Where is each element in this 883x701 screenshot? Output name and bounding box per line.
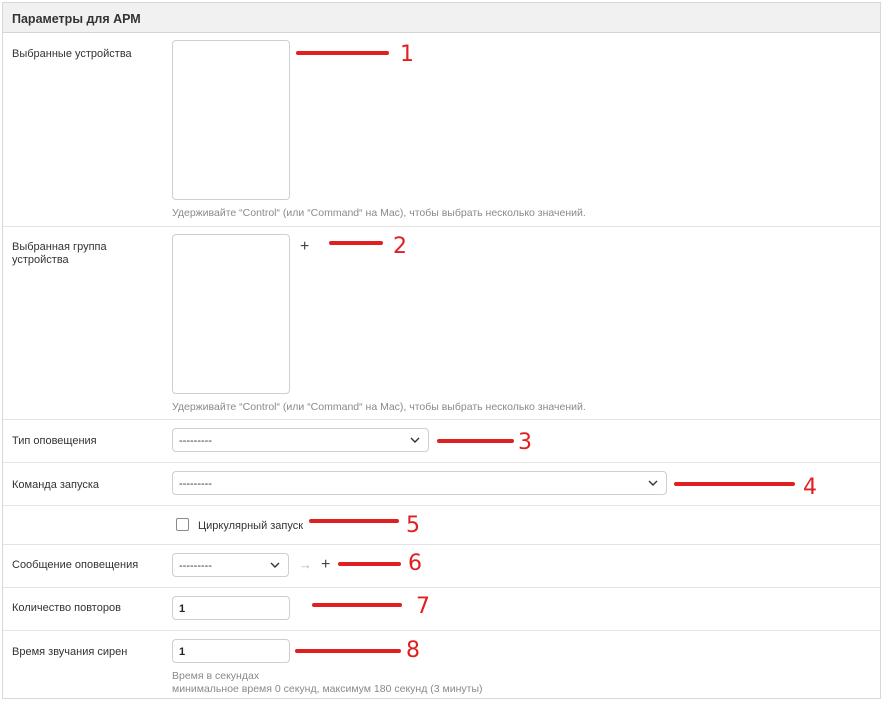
devices-listbox[interactable] — [172, 40, 290, 200]
row-divider — [3, 505, 880, 506]
panel-title: Параметры для АРМ — [3, 3, 880, 33]
annotation-number-7: 7 — [416, 594, 430, 619]
annotation-number-1: 1 — [400, 42, 414, 67]
siren-time-label: Время звучания сирен — [12, 646, 128, 658]
row-divider — [3, 544, 880, 545]
annotation-number-3: 3 — [518, 430, 532, 455]
annotation-line-4 — [674, 482, 795, 486]
annotation-line-2 — [329, 241, 383, 245]
siren-time-help-units: Время в секундах — [172, 670, 260, 682]
repeat-count-label: Количество повторов — [12, 602, 121, 614]
annotation-line-1 — [296, 51, 389, 55]
add-alert-message-plus-icon[interactable]: + — [321, 557, 330, 573]
apm-parameters-panel: Параметры для АРМ Выбранные устройства У… — [2, 2, 881, 699]
siren-time-help-range: минимальное время 0 секунд, максимум 180… — [172, 683, 483, 695]
chevron-down-icon — [410, 437, 420, 443]
devices-label: Выбранные устройства — [12, 48, 132, 60]
start-command-value: --------- — [179, 478, 212, 490]
row-divider — [3, 419, 880, 420]
row-divider — [3, 587, 880, 588]
annotation-line-5 — [309, 519, 399, 523]
start-command-select[interactable]: --------- — [172, 471, 667, 495]
annotation-number-2: 2 — [393, 234, 407, 259]
circular-start-label: Циркулярный запуск — [198, 520, 304, 532]
row-divider — [3, 462, 880, 463]
annotation-line-6 — [338, 562, 401, 566]
alert-type-value: --------- — [179, 435, 212, 447]
siren-time-input[interactable]: 1 — [172, 639, 290, 663]
alert-type-label: Тип оповещения — [12, 435, 97, 447]
chevron-down-icon — [270, 562, 280, 568]
alert-message-value: --------- — [179, 560, 212, 572]
annotation-line-7 — [312, 603, 402, 607]
alert-message-select[interactable]: --------- — [172, 553, 289, 577]
row-divider — [3, 226, 880, 227]
repeat-count-input[interactable]: 1 — [172, 596, 290, 620]
alert-type-select[interactable]: --------- — [172, 428, 429, 452]
device-group-label: Выбранная группа устройства — [12, 241, 107, 266]
annotation-number-5: 5 — [406, 513, 420, 538]
circular-start-checkbox[interactable] — [176, 518, 189, 531]
device-group-help-text: Удерживайте “Control“ (или “Command“ на … — [172, 401, 586, 413]
device-group-listbox[interactable] — [172, 234, 290, 394]
chevron-down-icon — [648, 480, 658, 486]
devices-help-text: Удерживайте “Control“ (или “Command“ на … — [172, 207, 586, 219]
start-command-label: Команда запуска — [12, 479, 100, 491]
annotation-line-8 — [295, 649, 401, 653]
row-divider — [3, 630, 880, 631]
alert-message-label: Сообщение оповещения — [12, 559, 139, 571]
annotation-number-4: 4 — [803, 475, 817, 500]
arrow-right-icon[interactable]: → — [299, 558, 312, 572]
annotation-number-8: 8 — [406, 638, 420, 663]
annotation-number-6: 6 — [408, 551, 422, 576]
annotation-line-3 — [437, 439, 514, 443]
add-device-group-plus-icon[interactable]: + — [300, 239, 309, 255]
